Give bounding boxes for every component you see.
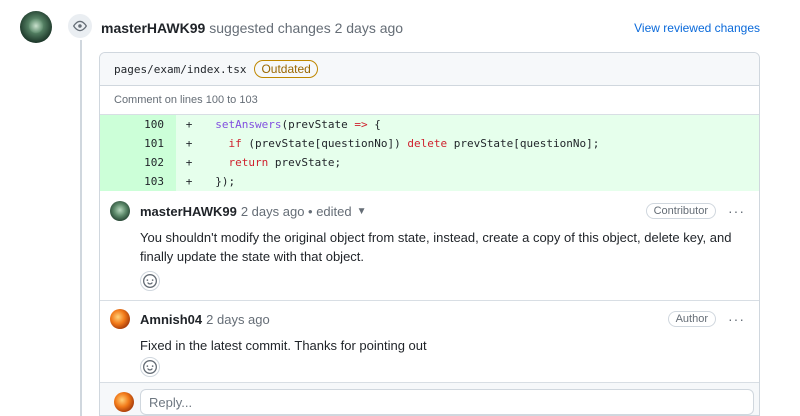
add-reaction-button[interactable] [140, 271, 160, 291]
line-number[interactable]: 101 [100, 134, 176, 153]
comment-body: Fixed in the latest commit. Thanks for p… [140, 338, 427, 353]
reply-row [100, 383, 759, 415]
diff-sign: + [185, 118, 193, 131]
add-reaction-button[interactable] [140, 357, 160, 377]
avatar[interactable] [110, 309, 130, 329]
review-comment: masterHAWK99 2 days ago • edited ▼ Contr… [100, 191, 759, 301]
comment-body: You shouldn't modify the original object… [140, 230, 732, 264]
code-line: setAnswers(prevState => { [215, 118, 381, 131]
comment-author-link[interactable]: masterHAWK99 [140, 204, 237, 219]
file-path-link[interactable]: pages/exam/index.tsx [114, 63, 246, 76]
diff-line: 100 + setAnswers(prevState => { [100, 115, 759, 134]
eye-icon [66, 12, 94, 40]
smiley-icon [143, 360, 157, 374]
contributor-badge: Contributor [645, 203, 716, 219]
code-line: }); [202, 175, 236, 188]
author-badge: Author [667, 311, 716, 327]
smiley-icon [143, 274, 157, 288]
outdated-badge: Outdated [254, 60, 318, 78]
current-user-avatar [114, 392, 134, 412]
line-number[interactable]: 103 [100, 172, 176, 191]
diff-line: 102 + return prevState; [100, 153, 759, 172]
diff-line: 101 + if (prevState[questionNo]) delete … [100, 134, 759, 153]
kebab-horizontal-icon[interactable]: ··· [728, 203, 745, 219]
diff-sign: + [185, 175, 193, 188]
code-line: return prevState; [228, 156, 342, 169]
diff-line: 103 + }); [100, 172, 759, 191]
triangle-down-icon[interactable]: ▼ [357, 206, 367, 217]
diff-sign: + [185, 156, 193, 169]
line-number[interactable]: 102 [100, 153, 176, 172]
review-comment: Amnish04 2 days ago Author ··· Fixed in … [100, 301, 759, 383]
comment-header: masterHAWK99 2 days ago • edited ▼ Contr… [140, 203, 745, 219]
review-author-link[interactable]: masterHAWK99 [101, 20, 205, 36]
file-header: pages/exam/index.tsx Outdated [100, 53, 759, 86]
comment-lines-label: Comment on lines 100 to 103 [114, 94, 258, 106]
view-reviewed-changes-link[interactable]: View reviewed changes [634, 21, 760, 35]
comment-meta[interactable]: 2 days ago [206, 312, 270, 327]
review-thread-card: pages/exam/index.tsx Outdated Comment on… [99, 52, 760, 416]
code-line: if (prevState[questionNo]) delete prevSt… [228, 137, 600, 150]
avatar[interactable] [110, 201, 130, 221]
review-header: masterHAWK99 suggested changes 2 days ag… [101, 19, 760, 37]
reply-input[interactable] [140, 389, 754, 415]
reviewer-avatar[interactable] [20, 11, 52, 43]
comment-meta[interactable]: 2 days ago • edited [241, 204, 352, 219]
line-number[interactable]: 100 [100, 115, 176, 134]
diff-sign: + [185, 137, 193, 150]
comment-author-link[interactable]: Amnish04 [140, 312, 202, 327]
timeline-line [80, 40, 82, 416]
review-action-text: suggested changes 2 days ago [209, 20, 404, 36]
comment-header: Amnish04 2 days ago Author ··· [140, 311, 745, 327]
kebab-horizontal-icon[interactable]: ··· [728, 311, 745, 327]
diff-block: 100 + setAnswers(prevState => { 101 + if… [100, 114, 759, 191]
